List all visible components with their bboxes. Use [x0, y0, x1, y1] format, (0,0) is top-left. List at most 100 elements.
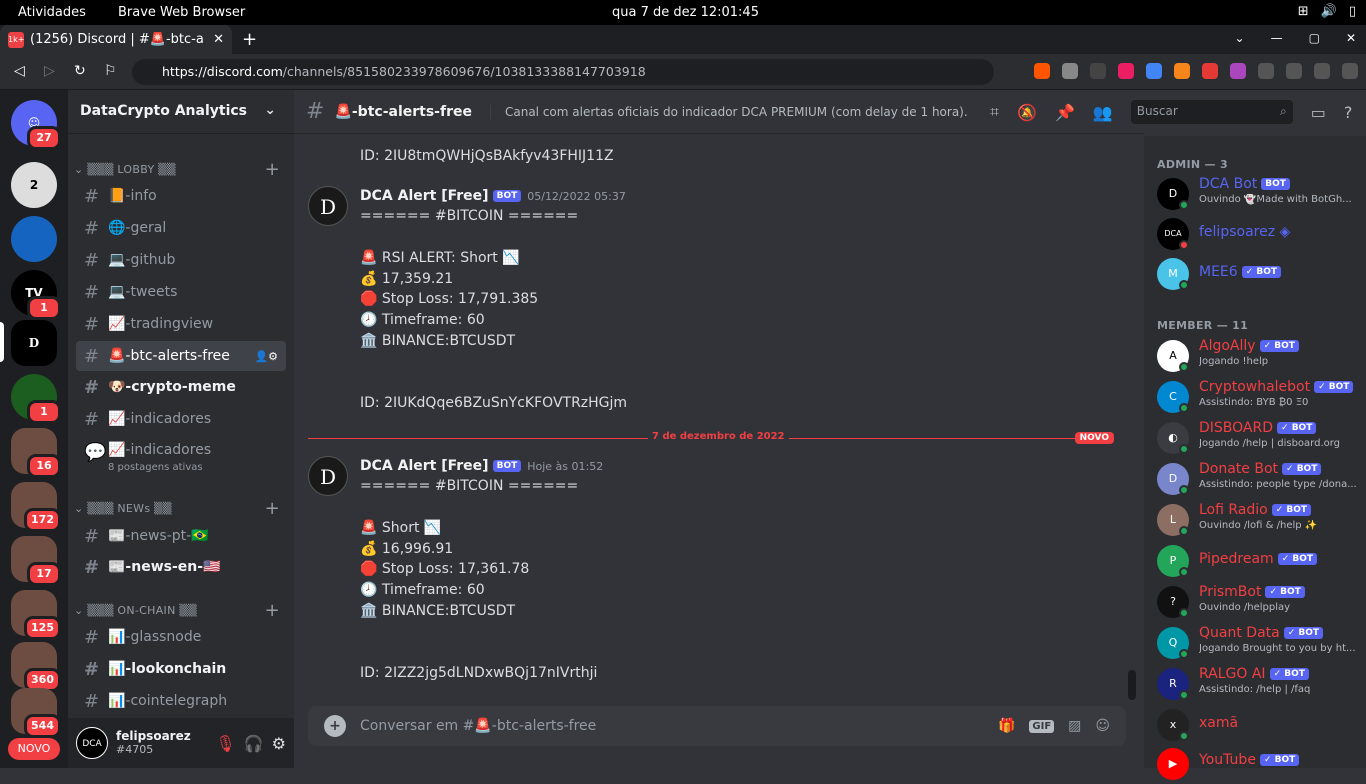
member-item[interactable]: DCA felipsoarez ◈ [1157, 214, 1362, 254]
category-onchain[interactable]: ⌄ ▒▒▒ ON-CHAIN ▒▒ + [74, 600, 288, 621]
close-tab-icon[interactable]: ✕ [213, 32, 224, 47]
help-icon[interactable]: ? [1344, 103, 1353, 122]
home-button[interactable]: ☺ 27 [11, 100, 61, 150]
server-icon[interactable]: 1 [11, 374, 61, 424]
activities-button[interactable]: Atividades [18, 5, 86, 20]
search-input[interactable]: Buscar ⌕ [1130, 100, 1293, 124]
active-app-label[interactable]: Brave Web Browser [118, 5, 245, 20]
member-item[interactable]: ▶ YouTube ✓ BOT [1157, 744, 1362, 784]
menu-icon[interactable] [1342, 63, 1358, 79]
camera-ext-icon[interactable] [1062, 63, 1078, 79]
server-folder[interactable]: 125 [11, 590, 61, 640]
member-item[interactable]: D Donate Bot ✓ BOT Assistindo: people type … [1157, 459, 1362, 499]
forward-icon[interactable]: ▷ [44, 63, 55, 79]
channel-crypto-meme[interactable]: # 🐶-crypto-meme [76, 372, 286, 402]
metamask-icon[interactable] [1174, 63, 1190, 79]
message-input[interactable]: Conversar em #🚨-btc-alerts-free [360, 718, 984, 734]
member-item[interactable]: R RALGO AI ✓ BOT Assistindo: /help | /faq [1157, 664, 1362, 704]
scrollbar-thumb[interactable] [1128, 670, 1136, 700]
channel-tradingview[interactable]: # 📈-tradingview [76, 309, 286, 339]
member-item[interactable]: D DCA Bot BOT Ouvindo 👻Made with BotGh... [1157, 174, 1362, 214]
url-field[interactable]: https://discord.com/channels/85158023397… [132, 59, 994, 85]
member-item[interactable]: M MEE6 ✓ BOT [1157, 254, 1362, 294]
avatar[interactable]: D [308, 186, 348, 226]
channel-lookonchain[interactable]: # 📊-lookonchain [76, 654, 286, 684]
author-name[interactable]: DCA Alert [Free] [360, 188, 489, 204]
browser-tab-discord[interactable]: 1k+ (1256) Discord | #🚨-btc-a ✕ [0, 25, 232, 54]
message-composer[interactable]: + Conversar em #🚨-btc-alerts-free 🎁 GIF … [308, 706, 1126, 746]
avatar[interactable]: DCA [76, 727, 108, 759]
inbox-icon[interactable]: ▭ [1311, 103, 1326, 122]
channel-topic[interactable]: Canal com alertas oficiais do indicador … [489, 104, 968, 119]
settings-gear-icon[interactable]: ⚙ [272, 734, 286, 753]
channel-github[interactable]: # 💻-github [76, 245, 286, 275]
channel-geral[interactable]: # 🌐-geral [76, 213, 286, 243]
extension-icon[interactable] [1202, 63, 1218, 79]
clock[interactable]: qua 7 de dez 12:01:45 [612, 5, 759, 20]
attach-plus-icon[interactable]: + [324, 715, 346, 737]
playlist-icon[interactable] [1286, 63, 1302, 79]
feather-icon[interactable] [1230, 63, 1246, 79]
channel-news-en[interactable]: # 📰-news-en-🇺🇸 [76, 552, 286, 582]
mute-icon[interactable]: 🎙 [215, 734, 235, 753]
forum-indicadores[interactable]: 💬 📈-indicadores 8 postagens ativas [76, 436, 286, 476]
category-news[interactable]: ⌄ ▒▒▒ NEWs ▒▒ + [74, 498, 288, 519]
channel-btc-alerts-free[interactable]: # 🚨-btc-alerts-free 👤⚙ [76, 341, 286, 371]
members-icon[interactable]: 👥 [1093, 103, 1113, 122]
guild-header[interactable]: DataCrypto Analytics ⌄ [68, 90, 294, 134]
brave-shields-icon[interactable] [1034, 63, 1050, 79]
member-item[interactable]: P Pipedream ✓ BOT [1157, 541, 1362, 581]
maximize-icon[interactable]: ▢ [1309, 31, 1320, 45]
sticker-icon[interactable]: ▨ [1068, 718, 1081, 734]
author-name[interactable]: DCA Alert [Free] [360, 458, 489, 474]
category-lobby[interactable]: ⌄ ▒▒▒ LOBBY ▒▒ + [74, 159, 288, 180]
add-channel-icon[interactable]: + [265, 159, 280, 180]
back-icon[interactable]: ◁ [14, 63, 25, 79]
server-folder[interactable]: 16 [11, 428, 61, 478]
puzzle-icon[interactable] [1258, 63, 1274, 79]
server-folder[interactable]: 17 [11, 536, 61, 586]
member-item[interactable]: ? PrismBot ✓ BOT Ouvindo /helpplay [1157, 582, 1362, 622]
threads-icon[interactable]: ⌗ [990, 102, 999, 122]
gif-button[interactable]: GIF [1029, 719, 1055, 733]
avatar[interactable]: D [308, 456, 348, 496]
channel-info[interactable]: # 📙-info [76, 181, 286, 211]
member-item[interactable]: A AlgoAlly ✓ BOT Jogando !help [1157, 336, 1362, 376]
notifications-icon[interactable]: 🔕 [1017, 103, 1037, 122]
server-icon[interactable]: 2 [11, 162, 57, 208]
server-folder[interactable]: 544 [11, 688, 61, 738]
gift-icon[interactable]: 🎁 [998, 718, 1015, 734]
color-ext-icon[interactable] [1118, 63, 1134, 79]
member-item[interactable]: Q Quant Data ✓ BOT Jogando Brought to you b… [1157, 623, 1362, 663]
invite-settings-icons[interactable]: 👤⚙ [254, 350, 278, 363]
channel-news-pt[interactable]: # 📰-news-pt-🇧🇷 [76, 521, 286, 551]
server-datacrypto[interactable]: D [11, 320, 57, 366]
new-tab-button[interactable]: + [242, 29, 257, 50]
add-channel-icon[interactable]: + [265, 600, 280, 621]
server-folder[interactable]: 360 [11, 642, 61, 692]
close-window-icon[interactable]: ✕ [1346, 31, 1356, 45]
channel-glassnode[interactable]: # 📊-glassnode [76, 622, 286, 652]
tab-list-icon[interactable]: ⌄ [1235, 31, 1245, 45]
server-folder[interactable]: 172 [11, 482, 61, 532]
channel-indicadores[interactable]: # 📈-indicadores [76, 404, 286, 434]
emoji-icon[interactable]: ☺ [1095, 718, 1110, 734]
server-icon[interactable] [11, 216, 57, 262]
wallet-icon[interactable] [1314, 63, 1330, 79]
extension-icon[interactable] [1090, 63, 1106, 79]
new-servers-pill[interactable]: NOVO [8, 738, 60, 760]
channel-tweets[interactable]: # 💻-tweets [76, 277, 286, 307]
system-tray[interactable]: ⊞ 🔊 ▯ [1298, 4, 1356, 19]
member-item[interactable]: x xamã [1157, 705, 1362, 745]
translate-icon[interactable] [1146, 63, 1162, 79]
member-item[interactable]: L Lofi Radio ✓ BOT Ouvindo /lofi & /help ✨ [1157, 500, 1362, 540]
bookmark-icon[interactable]: ⚐ [104, 63, 117, 79]
server-tradingview[interactable]: TV 1 [11, 270, 61, 320]
minimize-icon[interactable]: — [1271, 31, 1283, 45]
pin-icon[interactable]: 📌 [1055, 103, 1075, 122]
member-item[interactable]: C Cryptowhalebot ✓ BOT Assistindo: BYB ₿0 Ξ… [1157, 377, 1362, 417]
member-item[interactable]: ◐ DISBOARD ✓ BOT Jogando /help | disboard.o… [1157, 418, 1362, 458]
reload-icon[interactable]: ↻ [74, 63, 86, 79]
channel-cointelegraph[interactable]: # 📊-cointelegraph [76, 686, 286, 716]
add-channel-icon[interactable]: + [265, 498, 280, 519]
